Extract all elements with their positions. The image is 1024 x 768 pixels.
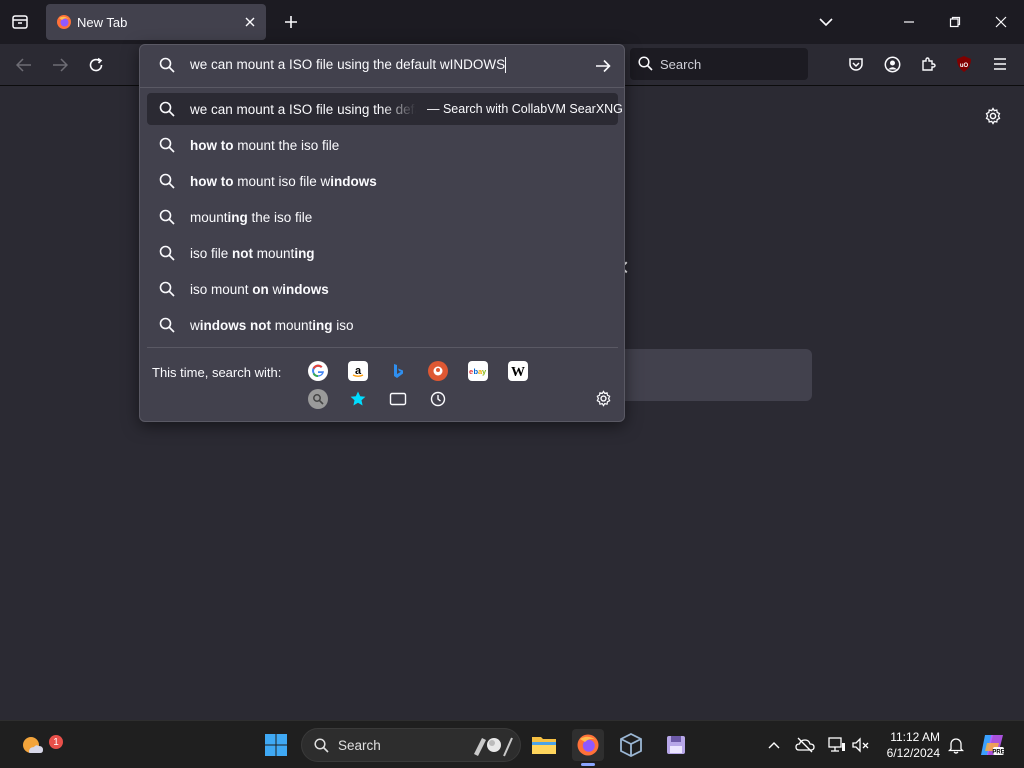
amazon-engine-icon[interactable]: a — [348, 361, 368, 381]
file-explorer-icon[interactable] — [528, 729, 560, 761]
firefox-taskbar-icon[interactable] — [572, 729, 604, 761]
weather-widget-icon[interactable]: 1 — [17, 729, 63, 761]
notification-badge: 1 — [49, 735, 63, 749]
tab-new-tab[interactable]: New Tab — [46, 4, 266, 40]
search-icon — [638, 56, 653, 74]
svg-text:PRE: PRE — [992, 750, 1004, 756]
minimize-icon[interactable] — [897, 10, 921, 34]
search-icon — [159, 245, 175, 261]
url-input[interactable]: we can mount a ISO file using the defaul… — [190, 57, 580, 75]
system-clock[interactable]: 11:12 AM 6/12/2024 — [880, 729, 940, 761]
page-settings-gear-icon[interactable] — [982, 105, 1004, 127]
search-icon — [159, 137, 175, 153]
windows-taskbar: 1 Search 11:12 AM 6/12/2024 PRE — [0, 720, 1024, 768]
urlbar-dropdown: we can mount a ISO file using the defaul… — [139, 44, 625, 422]
svg-text:uO: uO — [960, 63, 969, 69]
suggestion-row[interactable]: how to mount the iso file — [147, 129, 618, 161]
suggestion-row-heuristic[interactable]: we can mount a ISO file using the defaul… — [147, 93, 623, 125]
suggestion-text: we can mount a ISO file using the defaul… — [190, 102, 416, 117]
page-search-field[interactable] — [610, 349, 812, 401]
tab-title: New Tab — [77, 15, 128, 30]
suggestion-text: how to mount the iso file — [190, 138, 340, 153]
one-off-label: This time, search with: — [152, 365, 282, 380]
wikipedia-engine-icon[interactable]: W — [508, 361, 528, 381]
windows-start-icon[interactable] — [260, 729, 292, 761]
close-window-icon[interactable] — [989, 10, 1013, 34]
suggestion-text: how to mount iso file windows — [190, 174, 377, 189]
svg-text:W: W — [511, 365, 525, 378]
toolbar-search-placeholder: Search — [660, 57, 702, 72]
search-icon — [159, 101, 175, 117]
reload-icon[interactable] — [84, 53, 108, 77]
suggestion-row[interactable]: how to mount iso file windows — [147, 165, 618, 197]
pocket-icon[interactable] — [845, 53, 867, 75]
svg-text:y: y — [482, 367, 487, 376]
ublock-origin-icon[interactable]: uO — [953, 53, 975, 75]
google-engine-icon[interactable] — [308, 361, 328, 381]
suggestion-text: iso file not mounting — [190, 246, 315, 261]
suggestion-row[interactable]: iso mount on windows — [147, 273, 618, 305]
restore-icon[interactable] — [943, 10, 967, 34]
search-icon — [159, 57, 175, 76]
search-icon — [314, 738, 329, 756]
suggestion-row[interactable]: windows not mounting iso — [147, 309, 618, 341]
text-caret — [505, 57, 507, 74]
notifications-bell-icon[interactable] — [940, 729, 972, 761]
urlbar-input-row[interactable]: we can mount a ISO file using the defaul… — [140, 45, 624, 87]
volume-muted-icon[interactable] — [845, 729, 877, 761]
search-highlight-illustration-icon — [472, 734, 516, 761]
close-tab-icon[interactable] — [240, 12, 260, 32]
taskbar-search-placeholder: Search — [338, 738, 381, 753]
firefox-icon — [56, 14, 72, 30]
floppy-app-icon[interactable] — [660, 729, 692, 761]
list-all-tabs-chevron-icon[interactable] — [814, 10, 838, 34]
suggestion-text: mounting the iso file — [190, 210, 313, 225]
taskbar-search-box[interactable]: Search — [301, 728, 521, 762]
toolbar-search-field[interactable]: Search — [630, 48, 808, 80]
tab-bar: New Tab — [0, 0, 1024, 44]
tabs-icon[interactable] — [388, 389, 408, 409]
suggestion-text: iso mount on windows — [190, 282, 329, 297]
searxng-engine-icon[interactable] — [308, 389, 328, 409]
divider — [140, 87, 624, 88]
suggestion-action: — Search with CollabVM SearXNG — [427, 102, 623, 116]
bing-engine-icon[interactable] — [388, 361, 408, 381]
onedrive-offline-icon[interactable] — [789, 729, 821, 761]
search-icon — [159, 281, 175, 297]
clock-time: 11:12 AM — [890, 730, 940, 744]
copilot-icon[interactable]: PRE — [976, 729, 1008, 761]
account-icon[interactable] — [881, 53, 903, 75]
search-settings-gear-icon[interactable] — [593, 388, 613, 408]
duckduckgo-engine-icon[interactable] — [428, 361, 448, 381]
new-tab-plus-icon[interactable] — [279, 10, 303, 34]
virtualbox-icon[interactable] — [615, 729, 647, 761]
go-arrow-icon[interactable] — [592, 55, 614, 77]
ebay-engine-icon[interactable]: ebay — [468, 361, 488, 381]
forward-arrow-icon[interactable] — [48, 53, 72, 77]
search-icon — [159, 173, 175, 189]
active-app-indicator — [581, 763, 595, 766]
app-menu-hamburger-icon[interactable] — [989, 53, 1011, 75]
suggestion-text: windows not mounting iso — [190, 318, 354, 333]
suggestion-row[interactable]: iso file not mounting — [147, 237, 618, 269]
firefox-view-icon[interactable] — [8, 10, 32, 34]
search-icon — [159, 317, 175, 333]
search-icon — [159, 209, 175, 225]
bookmarks-star-icon[interactable] — [348, 389, 368, 409]
show-hidden-icons-chevron-icon[interactable] — [758, 729, 790, 761]
clock-date: 6/12/2024 — [886, 746, 940, 760]
suggestion-row[interactable]: mounting the iso file — [147, 201, 618, 233]
history-clock-icon[interactable] — [428, 389, 448, 409]
divider — [147, 347, 618, 348]
back-arrow-icon[interactable] — [12, 53, 36, 77]
extensions-puzzle-icon[interactable] — [917, 53, 939, 75]
